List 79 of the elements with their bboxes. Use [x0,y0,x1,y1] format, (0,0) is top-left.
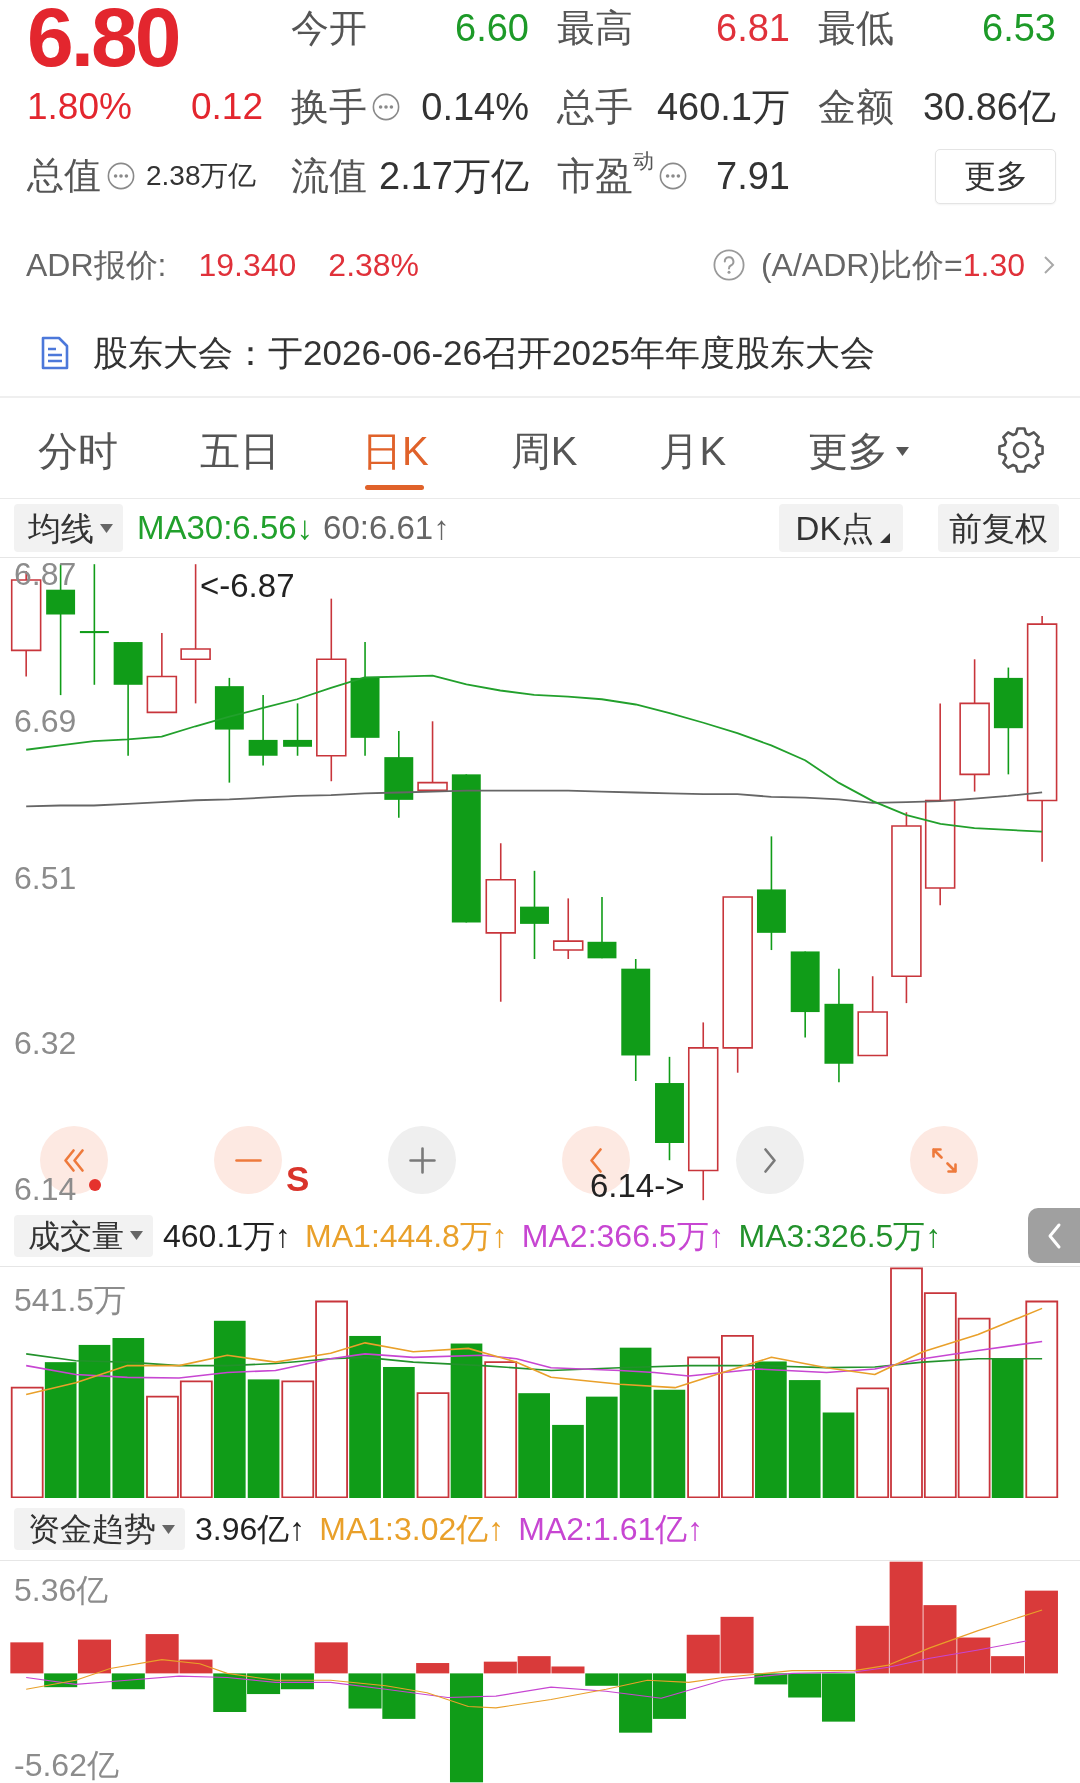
tab[interactable]: 月K [659,420,727,490]
adr-change: 2.38% [328,246,420,285]
corner-triangle-icon [880,533,891,543]
stat-value: 2.38万亿 [146,159,257,193]
stat-label: 总手 [557,84,633,130]
trade-signal-label: S [286,1161,310,1196]
chevron-right-icon[interactable] [1043,255,1055,275]
chevron-right-icon [764,1147,776,1173]
stat-value: 6.81 [716,5,790,51]
settings-icon[interactable] [997,426,1045,474]
ma-reading: MA30:6.56↓ [137,508,314,549]
indicator-selector[interactable]: 成交量 [14,1214,153,1257]
caret-icon [162,1524,175,1534]
axis-label: -5.62亿 [14,1749,119,1781]
candlestick [553,897,584,960]
more-button[interactable]: 更多 [935,148,1056,204]
indicator-reading: MA1:444.8万↑ [305,1216,508,1256]
fund-flow-bar [348,1673,382,1709]
stat-value: 30.86亿 [922,84,1056,130]
caret-icon [896,446,910,456]
help-icon[interactable] [712,249,745,281]
change-percent: 1.80% [27,85,132,130]
double-chevron-left-icon [64,1148,84,1172]
collapse-handle[interactable] [1028,1208,1080,1263]
ratio-value: 1.30 [962,246,1025,285]
fund-flow-bar [652,1673,686,1719]
stat-label: 流值 [291,153,367,199]
stat-value: 460.1万 [656,84,790,130]
indicator-reading: 3.96亿↑ [195,1510,306,1549]
axis-label: 6.51 [14,861,77,894]
dk-point-button[interactable]: DK点 [779,504,903,552]
stat-label: 金额 [818,84,894,130]
indicator-reading: MA2:366.5万↑ [521,1216,725,1256]
candlestick [283,702,312,757]
stat-label: 总值 [27,154,101,199]
tab[interactable]: 日K [362,420,429,490]
high-price-label: <-6.87 [200,569,295,602]
chevron-left-icon [1046,1221,1062,1250]
indicator-reading: MA2:1.61亿↑ [518,1510,704,1549]
adr-label: ADR报价: [26,246,167,285]
stat-value: 7.91 [716,153,790,199]
axis-label: 541.5万 [14,1284,127,1316]
adjust-button[interactable]: 前复权 [938,504,1059,552]
stat-label: 最高 [557,5,633,51]
adr-price: 19.340 [198,246,297,285]
tab[interactable]: 周K [510,420,578,490]
stat-value: 6.60 [455,5,529,51]
stat-label: 换手 [291,84,367,130]
expand-icon [931,1147,957,1173]
axis-label: 5.36亿 [14,1574,109,1606]
indicator-selector[interactable]: 均线 [14,504,123,552]
indicator-selector[interactable]: 资金趋势 [14,1508,185,1550]
dropdown-tab[interactable]: 更多 [808,420,910,490]
tab[interactable]: 五日 [200,420,280,490]
axis-label: 6.14 [14,1173,77,1205]
ma-reading: 60:6.61↑ [323,508,450,549]
plus-icon [408,1146,436,1174]
change-amount: 0.12 [191,85,263,130]
stat-value: 0.14% [421,84,529,130]
stat-label: 市盈$^{动}$ [557,147,654,199]
caret-icon [100,523,113,533]
indicator-reading: 460.1万↑ [163,1216,292,1256]
stat-label: 今开 [291,5,367,51]
ratio-label: (A/ADR)比价= [760,246,963,285]
minus-icon [234,1158,262,1162]
low-price-label: 6.14-> [590,1169,685,1202]
axis-label: 6.32 [14,1027,77,1060]
stat-value: 6.53 [982,5,1056,51]
indicator-reading: MA3:326.5万↑ [738,1216,942,1256]
caret-icon [130,1231,143,1240]
stat-label: 最低 [818,5,894,51]
tab[interactable]: 分时 [38,420,118,490]
notice-text[interactable]: 股东大会：于2026-06-26召开2025年年度股东大会 [93,326,875,380]
stat-value: 2.17万亿 [379,153,529,199]
chevron-left-icon [590,1147,602,1173]
indicator-reading: MA1:3.02亿↑ [319,1510,505,1549]
candlestick [587,896,617,960]
axis-label: 6.69 [14,705,77,737]
stock-price: 6.80 [27,0,179,74]
